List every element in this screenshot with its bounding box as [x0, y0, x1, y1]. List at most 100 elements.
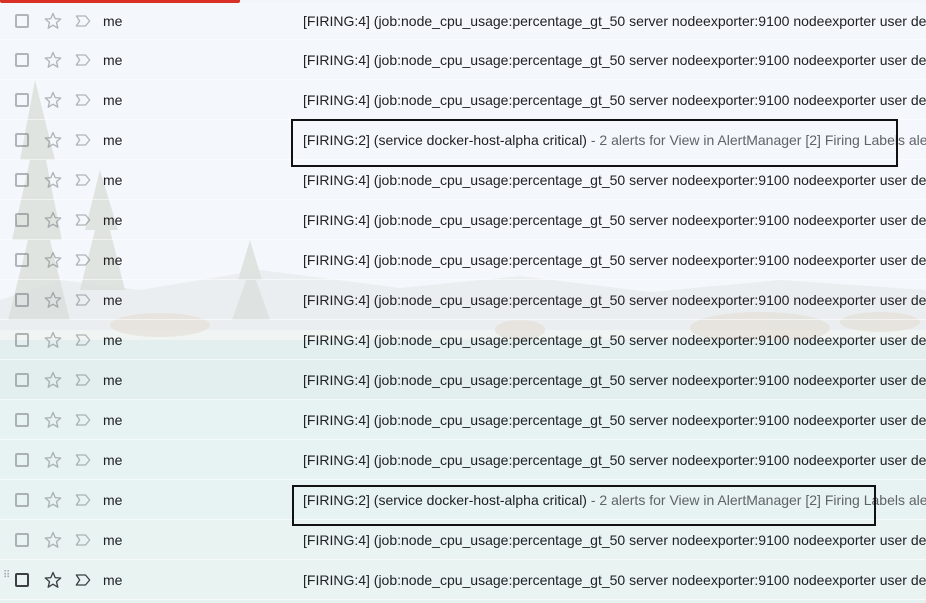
checkbox-icon[interactable]	[15, 52, 29, 67]
star-icon[interactable]	[43, 370, 63, 390]
email-row[interactable]: me [FIRING:4] (job:node_cpu_usage:percen…	[0, 240, 926, 280]
subject-text: [FIRING:4] (job:node_cpu_usage:percentag…	[303, 531, 926, 548]
checkbox-icon[interactable]	[15, 452, 29, 467]
checkbox-icon[interactable]	[15, 14, 29, 28]
star-icon[interactable]	[43, 450, 63, 470]
message-snippet: [FIRING:4] (job:node_cpu_usage:percentag…	[303, 332, 926, 348]
message-snippet: [FIRING:4] (job:node_cpu_usage:percentag…	[303, 13, 926, 29]
message-snippet: [FIRING:4] (job:node_cpu_usage:percentag…	[303, 292, 926, 308]
message-snippet: [FIRING:4] (job:node_cpu_usage:percentag…	[303, 52, 926, 68]
star-icon[interactable]	[43, 530, 63, 550]
email-row[interactable]: me [FIRING:4] (job:node_cpu_usage:percen…	[0, 3, 926, 40]
star-icon[interactable]	[43, 130, 63, 150]
checkbox-icon[interactable]	[15, 212, 29, 227]
checkbox-icon[interactable]	[15, 532, 29, 547]
important-marker-icon[interactable]	[73, 11, 93, 31]
important-marker-icon[interactable]	[73, 490, 93, 510]
email-row[interactable]: me [FIRING:4] (job:node_cpu_usage:percen…	[0, 360, 926, 400]
subject-text: [FIRING:4] (job:node_cpu_usage:percentag…	[303, 51, 926, 68]
checkbox-icon[interactable]	[15, 332, 29, 347]
checkbox-icon[interactable]	[15, 412, 29, 427]
email-row[interactable]: me [FIRING:4] (job:node_cpu_usage:percen…	[0, 400, 926, 440]
email-row[interactable]: ⠿ me [FIRING:4] (job:node_cpu_usage:perc…	[0, 560, 926, 600]
subject-text: [FIRING:4] (job:node_cpu_usage:percentag…	[303, 411, 926, 428]
sender-name: me	[103, 331, 123, 348]
checkbox-icon[interactable]	[15, 132, 29, 147]
preview-text: - 2 alerts for View in AlertManager [2] …	[590, 491, 926, 508]
important-marker-icon[interactable]	[73, 170, 93, 190]
message-snippet: [FIRING:2] (service docker-host-alpha cr…	[303, 492, 926, 508]
important-marker-icon[interactable]	[73, 50, 93, 70]
important-marker-icon[interactable]	[73, 570, 93, 590]
star-icon[interactable]	[43, 410, 63, 430]
sender-name: me	[103, 571, 123, 588]
important-marker-icon[interactable]	[73, 410, 93, 430]
star-icon[interactable]	[43, 210, 63, 230]
star-icon[interactable]	[43, 170, 63, 190]
message-snippet: [FIRING:4] (job:node_cpu_usage:percentag…	[303, 532, 926, 548]
checkbox-icon[interactable]	[15, 372, 29, 387]
checkbox-icon[interactable]	[15, 292, 29, 307]
message-snippet: [FIRING:4] (job:node_cpu_usage:percentag…	[303, 172, 926, 188]
sender-name: me	[103, 51, 123, 68]
preview-text: - 2 alerts for View in AlertManager [2] …	[590, 131, 926, 148]
email-row[interactable]: me [FIRING:4] (job:node_cpu_usage:percen…	[0, 160, 926, 200]
subject-text: [FIRING:2] (service docker-host-alpha cr…	[303, 131, 587, 148]
sender-name: me	[103, 211, 123, 228]
email-row[interactable]: me [FIRING:2] (service docker-host-alpha…	[0, 120, 926, 160]
star-icon[interactable]	[43, 330, 63, 350]
subject-text: [FIRING:4] (job:node_cpu_usage:percentag…	[303, 571, 926, 588]
email-row[interactable]: me [FIRING:4] (job:node_cpu_usage:percen…	[0, 440, 926, 480]
message-snippet: [FIRING:4] (job:node_cpu_usage:percentag…	[303, 372, 926, 388]
email-row[interactable]: me [FIRING:4] (job:node_cpu_usage:percen…	[0, 80, 926, 120]
subject-text: [FIRING:2] (service docker-host-alpha cr…	[303, 491, 587, 508]
important-marker-icon[interactable]	[73, 130, 93, 150]
message-snippet: [FIRING:4] (job:node_cpu_usage:percentag…	[303, 92, 926, 108]
message-snippet: [FIRING:4] (job:node_cpu_usage:percentag…	[303, 212, 926, 228]
message-list: me [FIRING:4] (job:node_cpu_usage:percen…	[0, 3, 926, 600]
subject-text: [FIRING:4] (job:node_cpu_usage:percentag…	[303, 13, 926, 29]
star-icon[interactable]	[43, 11, 63, 31]
sender-name: me	[103, 371, 123, 388]
email-row[interactable]: me [FIRING:2] (service docker-host-alpha…	[0, 480, 926, 520]
sender-name: me	[103, 291, 123, 308]
message-snippet: [FIRING:4] (job:node_cpu_usage:percentag…	[303, 452, 926, 468]
important-marker-icon[interactable]	[73, 210, 93, 230]
checkbox-icon[interactable]	[15, 92, 29, 107]
message-snippet: [FIRING:2] (service docker-host-alpha cr…	[303, 132, 926, 148]
star-icon[interactable]	[43, 90, 63, 110]
important-marker-icon[interactable]	[73, 90, 93, 110]
star-icon[interactable]	[43, 290, 63, 310]
sender-name: me	[103, 131, 123, 148]
sender-name: me	[103, 491, 123, 508]
subject-text: [FIRING:4] (job:node_cpu_usage:percentag…	[303, 371, 926, 388]
important-marker-icon[interactable]	[73, 450, 93, 470]
message-snippet: [FIRING:4] (job:node_cpu_usage:percentag…	[303, 572, 926, 588]
star-icon[interactable]	[43, 570, 63, 590]
email-row[interactable]: me [FIRING:4] (job:node_cpu_usage:percen…	[0, 520, 926, 560]
sender-name: me	[103, 251, 123, 268]
star-icon[interactable]	[43, 50, 63, 70]
email-row[interactable]: me [FIRING:4] (job:node_cpu_usage:percen…	[0, 40, 926, 80]
checkbox-icon[interactable]	[15, 572, 29, 587]
star-icon[interactable]	[43, 490, 63, 510]
star-icon[interactable]	[43, 250, 63, 270]
checkbox-icon[interactable]	[15, 252, 29, 267]
drag-handle-icon[interactable]: ⠿	[3, 571, 10, 585]
email-row[interactable]: me [FIRING:4] (job:node_cpu_usage:percen…	[0, 320, 926, 360]
checkbox-icon[interactable]	[15, 172, 29, 187]
important-marker-icon[interactable]	[73, 330, 93, 350]
subject-text: [FIRING:4] (job:node_cpu_usage:percentag…	[303, 451, 926, 468]
checkbox-icon[interactable]	[15, 492, 29, 507]
sender-name: me	[103, 91, 123, 108]
important-marker-icon[interactable]	[73, 530, 93, 550]
email-row[interactable]: me [FIRING:4] (job:node_cpu_usage:percen…	[0, 200, 926, 240]
subject-text: [FIRING:4] (job:node_cpu_usage:percentag…	[303, 91, 926, 108]
important-marker-icon[interactable]	[73, 250, 93, 270]
email-row[interactable]: me [FIRING:4] (job:node_cpu_usage:percen…	[0, 280, 926, 320]
sender-name: me	[103, 171, 123, 188]
subject-text: [FIRING:4] (job:node_cpu_usage:percentag…	[303, 251, 926, 268]
message-snippet: [FIRING:4] (job:node_cpu_usage:percentag…	[303, 412, 926, 428]
important-marker-icon[interactable]	[73, 370, 93, 390]
important-marker-icon[interactable]	[73, 290, 93, 310]
